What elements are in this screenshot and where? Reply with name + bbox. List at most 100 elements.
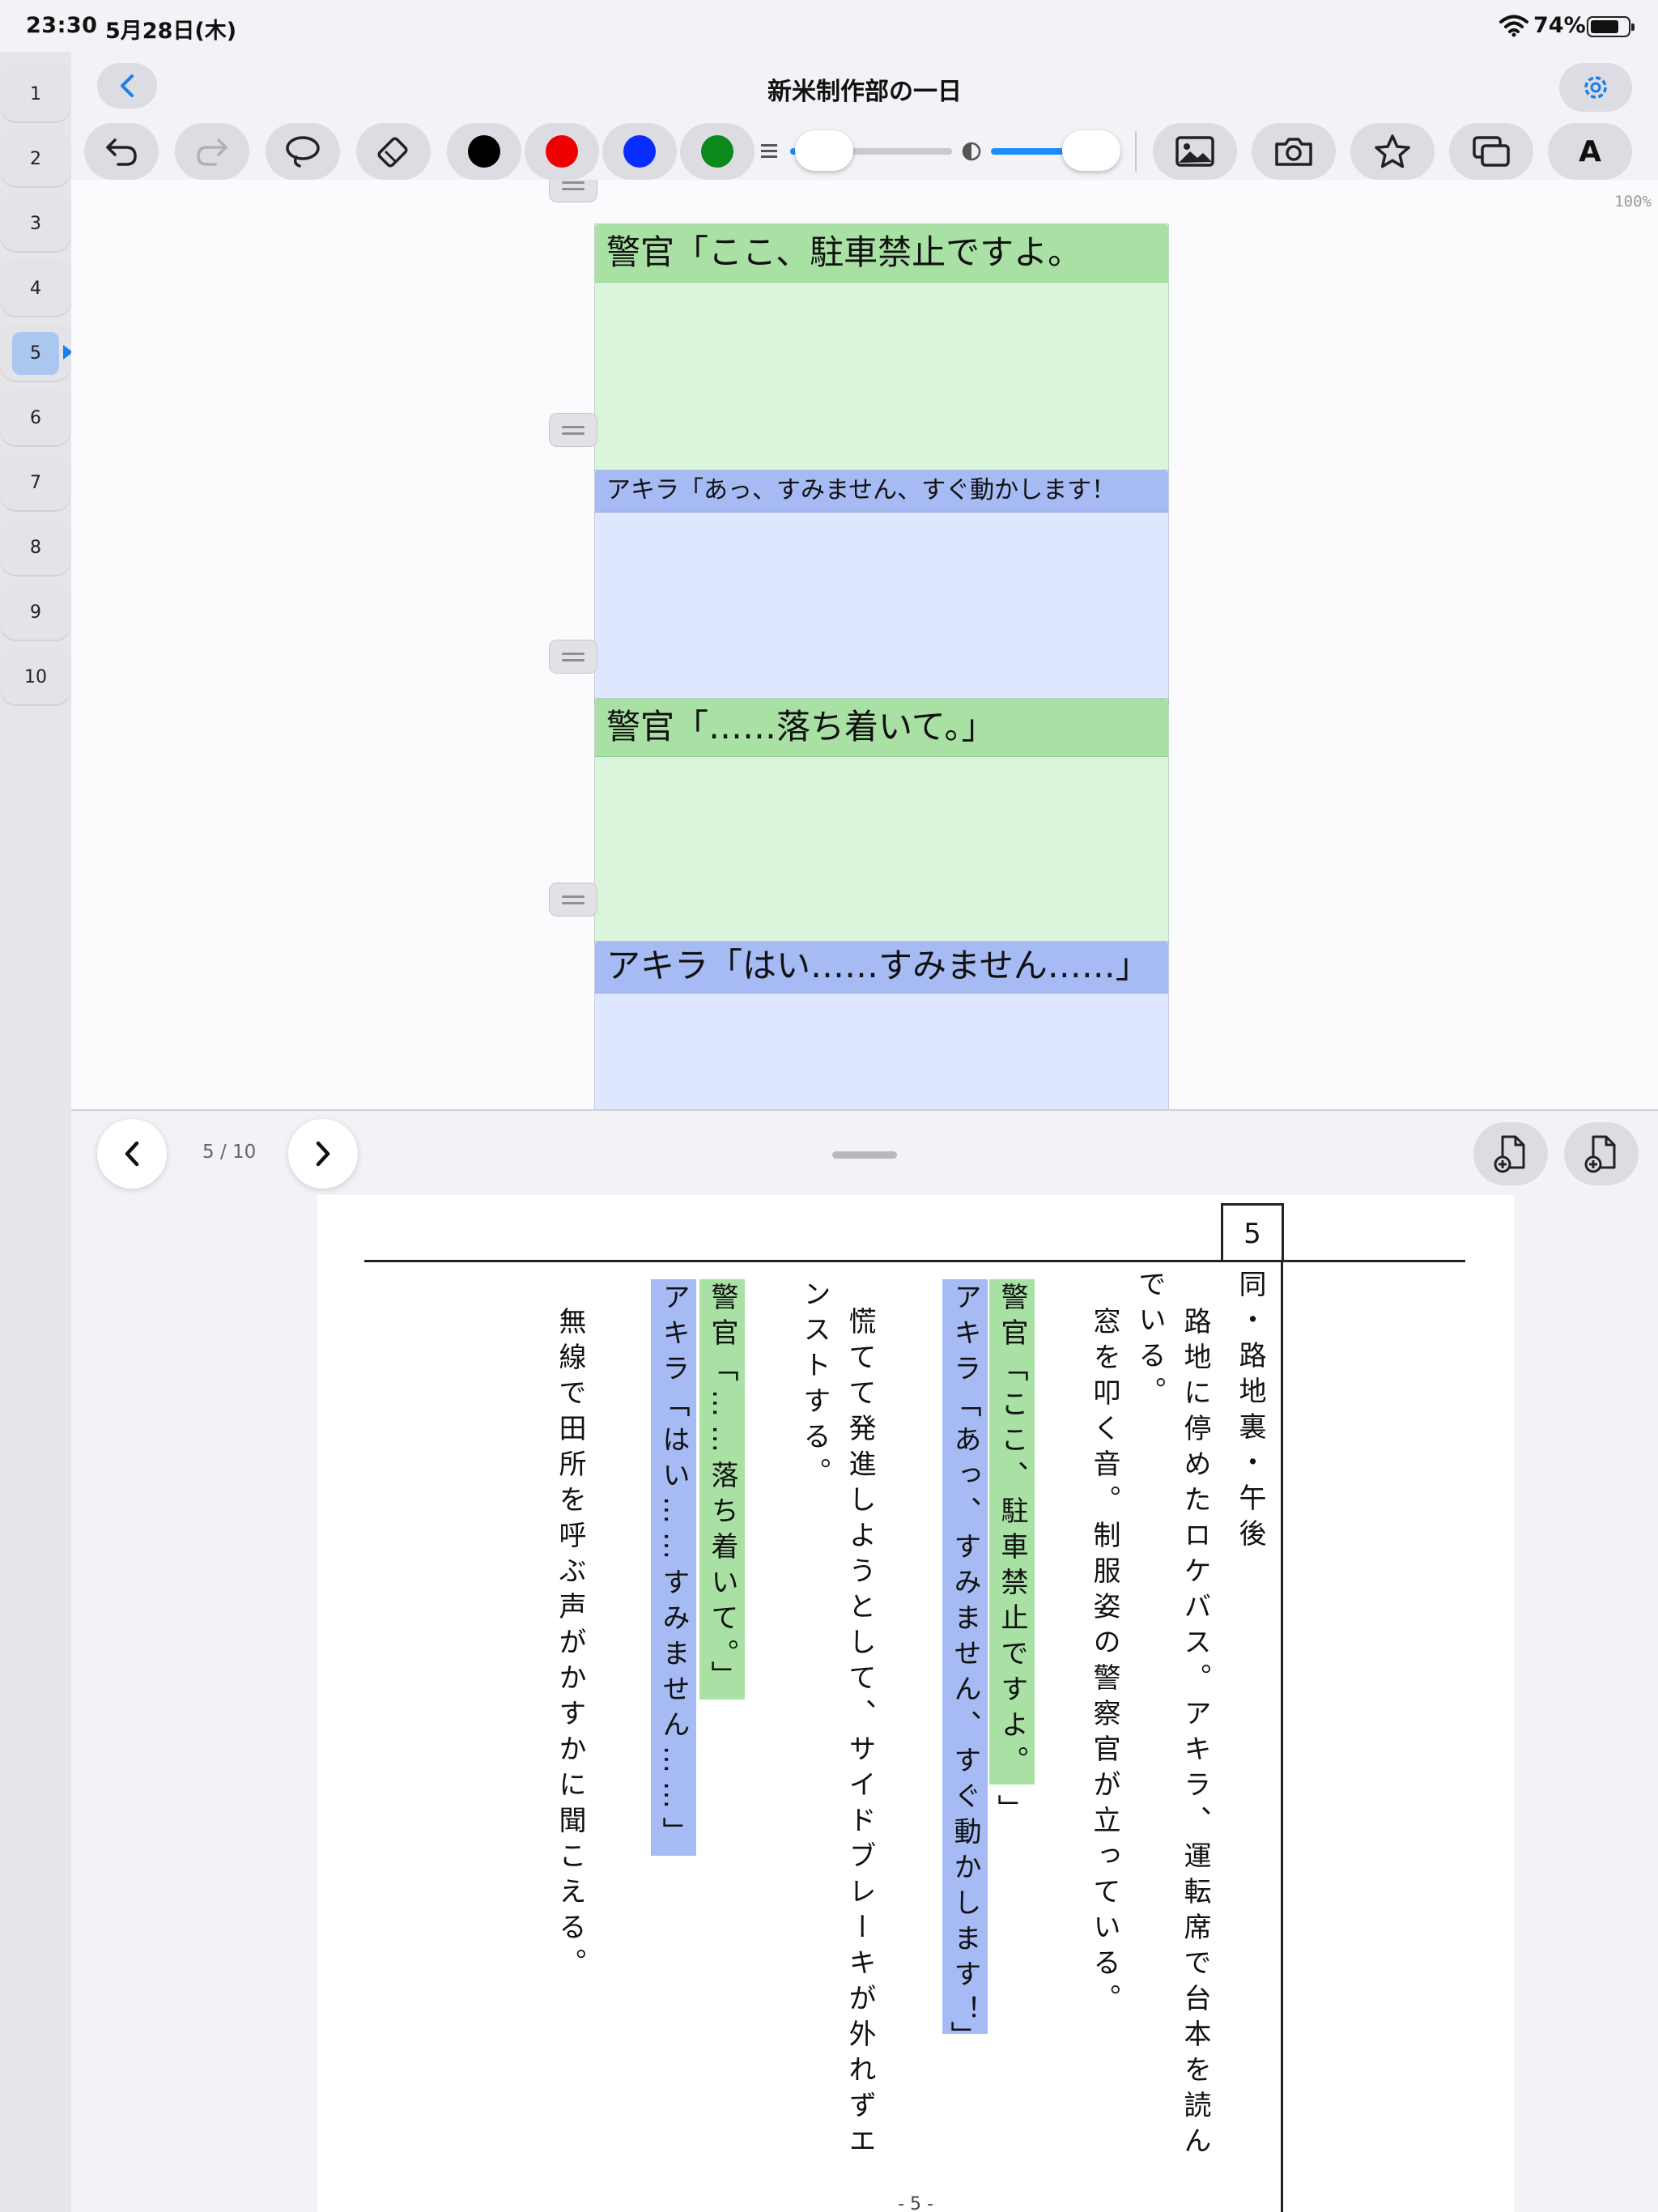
camera-icon xyxy=(1275,138,1312,166)
opacity-icon xyxy=(962,142,981,161)
opacity-slider-thumb[interactable] xyxy=(1062,130,1120,171)
script-line-highlighted: 警官「……落ち着いて。」 xyxy=(699,1279,745,1699)
eraser-button[interactable] xyxy=(356,123,431,180)
gear-icon xyxy=(1584,76,1607,99)
color-swatch-red xyxy=(546,135,578,168)
add-page-icon xyxy=(1584,1135,1616,1173)
chevron-left-icon xyxy=(125,1141,139,1167)
opacity-slider[interactable] xyxy=(991,130,1120,171)
scene-number: 5 xyxy=(1221,1203,1284,1261)
resize-grabber[interactable] xyxy=(832,1151,897,1159)
page-tab-4[interactable]: 4 xyxy=(0,259,71,317)
color-black-button[interactable] xyxy=(447,123,521,180)
duplicate-button[interactable] xyxy=(1449,123,1533,180)
battery-icon xyxy=(1587,16,1635,37)
dialogue-block[interactable]: 警官「……落ち着いて。」 xyxy=(594,698,1169,944)
dialogue-line: 警官「……落ち着いて。」 xyxy=(595,699,1168,757)
page-tab-label: 4 xyxy=(30,278,41,299)
script-line: 窓を叩く音。制服姿の警察官が立っている。 xyxy=(1088,1307,1120,2019)
page-tab-7[interactable]: 7 xyxy=(0,453,71,512)
color-green-button[interactable] xyxy=(680,123,755,180)
redo-icon xyxy=(197,138,227,166)
color-red-button[interactable] xyxy=(525,123,599,180)
color-swatch-blue xyxy=(623,135,656,168)
page-tab-label: 5 xyxy=(12,331,59,375)
script-line: でいる。 xyxy=(1133,1270,1166,1412)
undo-button[interactable] xyxy=(84,123,159,180)
settings-button[interactable] xyxy=(1559,63,1632,112)
page-tab-label: 7 xyxy=(30,472,41,493)
dialogue-block[interactable]: アキラ「はい……すみません……」 xyxy=(594,941,1169,1109)
page-tab-label: 9 xyxy=(30,602,41,623)
previous-page-button[interactable] xyxy=(97,1119,167,1189)
status-bar: 23:30 5月28日(木) 74% xyxy=(0,0,1658,52)
page-tab-6[interactable]: 6 xyxy=(0,389,71,447)
page-tab-5[interactable]: 5 xyxy=(0,324,73,382)
star-icon xyxy=(1375,134,1410,168)
script-line-highlighted: アキラ「はい……すみません……」 xyxy=(651,1279,696,1856)
drag-handle[interactable] xyxy=(549,413,597,447)
page-tab-1[interactable]: 1 xyxy=(0,65,71,123)
text-tool-button[interactable]: A xyxy=(1548,123,1632,180)
page-tab-label: 6 xyxy=(30,407,41,428)
image-icon xyxy=(1175,136,1214,167)
lasso-icon xyxy=(286,136,320,168)
page-tab-label: 2 xyxy=(30,148,41,169)
next-page-button[interactable] xyxy=(288,1119,358,1189)
page-tab-8[interactable]: 8 xyxy=(0,518,71,576)
stroke-width-slider[interactable] xyxy=(790,130,952,171)
page-tab-label: 8 xyxy=(30,537,41,558)
add-page-before-button[interactable] xyxy=(1473,1122,1548,1185)
page-tab-9[interactable]: 9 xyxy=(0,583,71,641)
camera-button[interactable] xyxy=(1252,123,1336,180)
duplicate-icon xyxy=(1473,136,1510,167)
page-tab-10[interactable]: 10 xyxy=(0,648,71,706)
dialogue-block[interactable]: アキラ「あっ、すみません、すぐ動かします！ xyxy=(594,470,1169,704)
scene-heading: 同・路地裏・午後 xyxy=(1234,1270,1266,1555)
lasso-button[interactable] xyxy=(266,123,340,180)
script-preview-page: 5 同・路地裏・午後 路地に停めたロケバス。アキラ、運転席で台本を読ん でいる。… xyxy=(317,1195,1514,2212)
script-line: 無線で田所を呼ぶ声がかすかに聞こえる。 xyxy=(554,1307,586,1984)
header: 新米制作部の一日 A xyxy=(71,52,1658,180)
note-canvas[interactable]: 100% 警官「ここ、駐車禁止ですよ。 アキラ「あっ、すみません、すぐ動かします… xyxy=(71,180,1658,1109)
zoom-level: 100% xyxy=(1614,193,1652,211)
favorites-button[interactable] xyxy=(1350,123,1435,180)
drag-handle[interactable] xyxy=(549,640,597,674)
dialogue-block[interactable]: 警官「ここ、駐車禁止ですよ。 xyxy=(594,223,1169,471)
text-icon: A xyxy=(1579,134,1601,168)
battery-percent: 74% xyxy=(1533,13,1586,38)
drag-handle[interactable] xyxy=(549,883,597,917)
page-tab-label: 3 xyxy=(30,213,41,234)
dialogue-line: 警官「ここ、駐車禁止ですよ。 xyxy=(595,224,1168,283)
page-indicator: 5 / 10 xyxy=(202,1142,257,1163)
line-width-icon xyxy=(761,144,777,158)
script-line: 路地に停めたロケバス。アキラ、運転席で台本を読ん xyxy=(1179,1307,1211,2162)
header-rule xyxy=(364,1260,1465,1262)
document-title: 新米制作部の一日 xyxy=(767,78,962,106)
redo-button[interactable] xyxy=(175,123,249,180)
drag-handle[interactable] xyxy=(549,180,597,202)
page-tab-3[interactable]: 3 xyxy=(0,194,71,253)
chevron-right-icon xyxy=(316,1141,330,1167)
color-swatch-black xyxy=(468,135,500,168)
scene-rule xyxy=(1281,1260,1283,2212)
page-tab-label: 1 xyxy=(30,83,41,104)
dialogue-line: アキラ「あっ、すみません、すぐ動かします！ xyxy=(595,470,1168,513)
script-line-highlighted: 警官「ここ、駐車禁止ですよ。 xyxy=(989,1279,1035,1784)
add-page-after-button[interactable] xyxy=(1564,1122,1639,1185)
dialogue-line: アキラ「はい……すみません……」 xyxy=(595,942,1168,993)
eraser-icon xyxy=(377,137,408,168)
page-sidebar: 1 2 3 4 5 6 7 8 9 10 xyxy=(0,52,73,2212)
page-tab-label: 10 xyxy=(24,666,47,687)
wifi-icon xyxy=(1499,15,1528,37)
script-line: ンストする。 xyxy=(798,1279,831,1493)
page-tab-2[interactable]: 2 xyxy=(0,130,71,188)
stroke-width-slider-thumb[interactable] xyxy=(795,130,853,171)
color-blue-button[interactable] xyxy=(602,123,677,180)
undo-icon xyxy=(106,138,137,166)
status-date: 5月28日(木) xyxy=(105,19,237,44)
page-navigator: 5 / 10 xyxy=(71,1109,1658,1190)
page-number: - 5 - xyxy=(898,2194,933,2212)
insert-image-button[interactable] xyxy=(1153,123,1237,180)
color-swatch-green xyxy=(701,135,733,168)
